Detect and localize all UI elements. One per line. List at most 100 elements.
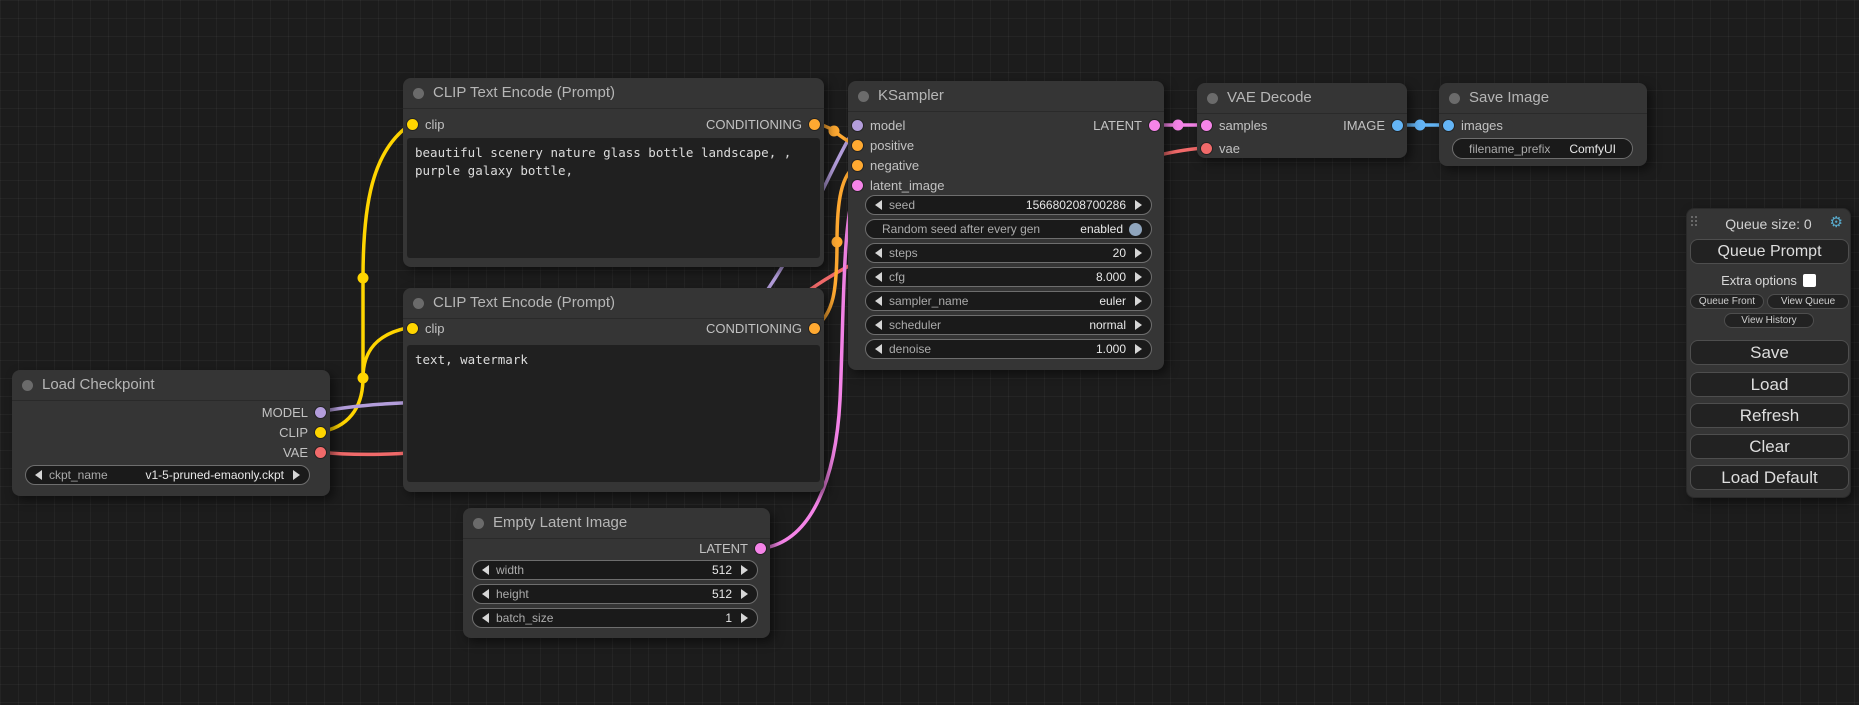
increment-arrow-icon[interactable] bbox=[1135, 296, 1142, 306]
increment-arrow-icon[interactable] bbox=[741, 589, 748, 599]
decrement-arrow-icon[interactable] bbox=[875, 344, 882, 354]
output-image[interactable]: IMAGE bbox=[1343, 116, 1403, 134]
clip-port-icon[interactable] bbox=[315, 427, 326, 438]
positive-prompt-textarea[interactable]: beautiful scenery nature glass bottle la… bbox=[407, 138, 820, 258]
output-conditioning[interactable]: CONDITIONING bbox=[706, 115, 820, 133]
conditioning-port-icon[interactable] bbox=[852, 160, 863, 171]
increment-arrow-icon[interactable] bbox=[741, 613, 748, 623]
node-clip-text-encode-negative[interactable]: CLIP Text Encode (Prompt) clip CONDITION… bbox=[403, 288, 824, 492]
collapse-dot-icon[interactable] bbox=[1449, 93, 1460, 104]
vae-port-icon[interactable] bbox=[315, 447, 326, 458]
input-latent-image[interactable]: latent_image bbox=[852, 176, 944, 194]
node-ksampler[interactable]: KSampler model positive negative latent_… bbox=[848, 81, 1164, 370]
increment-arrow-icon[interactable] bbox=[1135, 344, 1142, 354]
input-clip[interactable]: clip bbox=[407, 115, 445, 133]
input-samples[interactable]: samples bbox=[1201, 116, 1267, 134]
increment-arrow-icon[interactable] bbox=[1135, 272, 1142, 282]
increment-arrow-icon[interactable] bbox=[293, 470, 300, 480]
node-title-bar[interactable]: KSampler bbox=[848, 81, 1164, 112]
decrement-arrow-icon[interactable] bbox=[875, 320, 882, 330]
conditioning-port-icon[interactable] bbox=[809, 119, 820, 130]
model-port-icon[interactable] bbox=[315, 407, 326, 418]
node-load-checkpoint[interactable]: Load Checkpoint MODEL CLIP VAE ckpt_name… bbox=[12, 370, 330, 496]
queue-front-button[interactable]: Queue Front bbox=[1690, 294, 1764, 309]
negative-prompt-textarea[interactable]: text, watermark bbox=[407, 345, 820, 482]
conditioning-port-icon[interactable] bbox=[852, 140, 863, 151]
view-history-button[interactable]: View History bbox=[1724, 313, 1814, 328]
clip-port-icon[interactable] bbox=[407, 323, 418, 334]
save-button[interactable]: Save bbox=[1690, 340, 1849, 365]
view-queue-button[interactable]: View Queue bbox=[1767, 294, 1849, 309]
input-positive[interactable]: positive bbox=[852, 136, 914, 154]
node-vae-decode[interactable]: VAE Decode samples vae IMAGE bbox=[1197, 83, 1407, 158]
load-default-button[interactable]: Load Default bbox=[1690, 465, 1849, 490]
collapse-dot-icon[interactable] bbox=[22, 380, 33, 391]
output-conditioning[interactable]: CONDITIONING bbox=[706, 319, 820, 337]
node-clip-text-encode-positive[interactable]: CLIP Text Encode (Prompt) clip CONDITION… bbox=[403, 78, 824, 267]
output-clip[interactable]: CLIP bbox=[279, 423, 326, 441]
denoise-widget[interactable]: denoise 1.000 bbox=[865, 339, 1152, 359]
decrement-arrow-icon[interactable] bbox=[482, 589, 489, 599]
node-title-bar[interactable]: VAE Decode bbox=[1197, 83, 1407, 114]
increment-arrow-icon[interactable] bbox=[1135, 200, 1142, 210]
steps-widget[interactable]: steps 20 bbox=[865, 243, 1152, 263]
clear-button[interactable]: Clear bbox=[1690, 434, 1849, 459]
image-port-icon[interactable] bbox=[1392, 120, 1403, 131]
filename-prefix-widget[interactable]: filename_prefix ComfyUI bbox=[1452, 138, 1633, 159]
output-latent[interactable]: LATENT bbox=[1093, 116, 1160, 134]
refresh-button[interactable]: Refresh bbox=[1690, 403, 1849, 428]
input-model[interactable]: model bbox=[852, 116, 905, 134]
collapse-dot-icon[interactable] bbox=[473, 518, 484, 529]
increment-arrow-icon[interactable] bbox=[1135, 248, 1142, 258]
latent-port-icon[interactable] bbox=[755, 543, 766, 554]
node-title-bar[interactable]: Save Image bbox=[1439, 83, 1647, 114]
scheduler-widget[interactable]: scheduler normal bbox=[865, 315, 1152, 335]
node-title-bar[interactable]: CLIP Text Encode (Prompt) bbox=[403, 288, 824, 319]
extra-options-checkbox[interactable] bbox=[1803, 274, 1816, 287]
node-title-bar[interactable]: Empty Latent Image bbox=[463, 508, 770, 539]
cfg-widget[interactable]: cfg 8.000 bbox=[865, 267, 1152, 287]
input-negative[interactable]: negative bbox=[852, 156, 919, 174]
latent-port-icon[interactable] bbox=[852, 180, 863, 191]
seed-widget[interactable]: seed 156680208700286 bbox=[865, 195, 1152, 215]
width-widget[interactable]: width 512 bbox=[472, 560, 758, 580]
collapse-dot-icon[interactable] bbox=[858, 91, 869, 102]
increment-arrow-icon[interactable] bbox=[1135, 320, 1142, 330]
image-port-icon[interactable] bbox=[1443, 120, 1454, 131]
node-title-bar[interactable]: CLIP Text Encode (Prompt) bbox=[403, 78, 824, 109]
decrement-arrow-icon[interactable] bbox=[875, 272, 882, 282]
input-images[interactable]: images bbox=[1443, 116, 1503, 134]
decrement-arrow-icon[interactable] bbox=[482, 565, 489, 575]
output-model[interactable]: MODEL bbox=[262, 403, 326, 421]
ckpt-name-widget[interactable]: ckpt_name v1-5-pruned-emaonly.ckpt bbox=[25, 465, 310, 485]
conditioning-port-icon[interactable] bbox=[809, 323, 820, 334]
random-seed-toggle-widget[interactable]: Random seed after every gen enabled bbox=[865, 219, 1152, 239]
load-button[interactable]: Load bbox=[1690, 372, 1849, 397]
node-empty-latent-image[interactable]: Empty Latent Image LATENT width 512 heig… bbox=[463, 508, 770, 638]
latent-port-icon[interactable] bbox=[1201, 120, 1212, 131]
sampler-name-widget[interactable]: sampler_name euler bbox=[865, 291, 1152, 311]
decrement-arrow-icon[interactable] bbox=[875, 296, 882, 306]
height-widget[interactable]: height 512 bbox=[472, 584, 758, 604]
toggle-circle-icon[interactable] bbox=[1129, 223, 1142, 236]
settings-gear-icon[interactable] bbox=[1830, 213, 1843, 233]
decrement-arrow-icon[interactable] bbox=[875, 200, 882, 210]
output-latent[interactable]: LATENT bbox=[699, 539, 766, 557]
decrement-arrow-icon[interactable] bbox=[875, 248, 882, 258]
collapse-dot-icon[interactable] bbox=[1207, 93, 1218, 104]
queue-prompt-button[interactable]: Queue Prompt bbox=[1690, 239, 1849, 264]
collapse-dot-icon[interactable] bbox=[413, 298, 424, 309]
increment-arrow-icon[interactable] bbox=[741, 565, 748, 575]
node-title-bar[interactable]: Load Checkpoint bbox=[12, 370, 330, 401]
model-port-icon[interactable] bbox=[852, 120, 863, 131]
latent-port-icon[interactable] bbox=[1149, 120, 1160, 131]
output-vae[interactable]: VAE bbox=[283, 443, 326, 461]
vae-port-icon[interactable] bbox=[1201, 143, 1212, 154]
batch-size-widget[interactable]: batch_size 1 bbox=[472, 608, 758, 628]
decrement-arrow-icon[interactable] bbox=[35, 470, 42, 480]
node-save-image[interactable]: Save Image images filename_prefix ComfyU… bbox=[1439, 83, 1647, 166]
input-vae[interactable]: vae bbox=[1201, 139, 1240, 157]
decrement-arrow-icon[interactable] bbox=[482, 613, 489, 623]
clip-port-icon[interactable] bbox=[407, 119, 418, 130]
collapse-dot-icon[interactable] bbox=[413, 88, 424, 99]
